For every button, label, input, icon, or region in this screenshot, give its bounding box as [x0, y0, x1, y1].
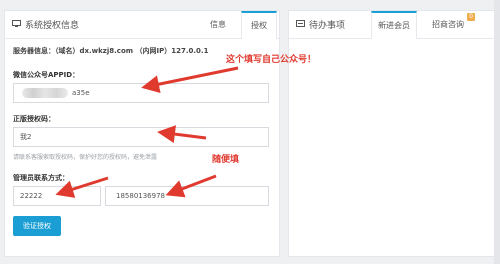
- arrow-to-phone: [165, 174, 217, 198]
- arrow-to-qq: [55, 176, 109, 198]
- annotation-arrows: [55, 66, 239, 198]
- arrow-to-auth-code: [157, 125, 207, 144]
- arrow-to-appid: [141, 66, 239, 94]
